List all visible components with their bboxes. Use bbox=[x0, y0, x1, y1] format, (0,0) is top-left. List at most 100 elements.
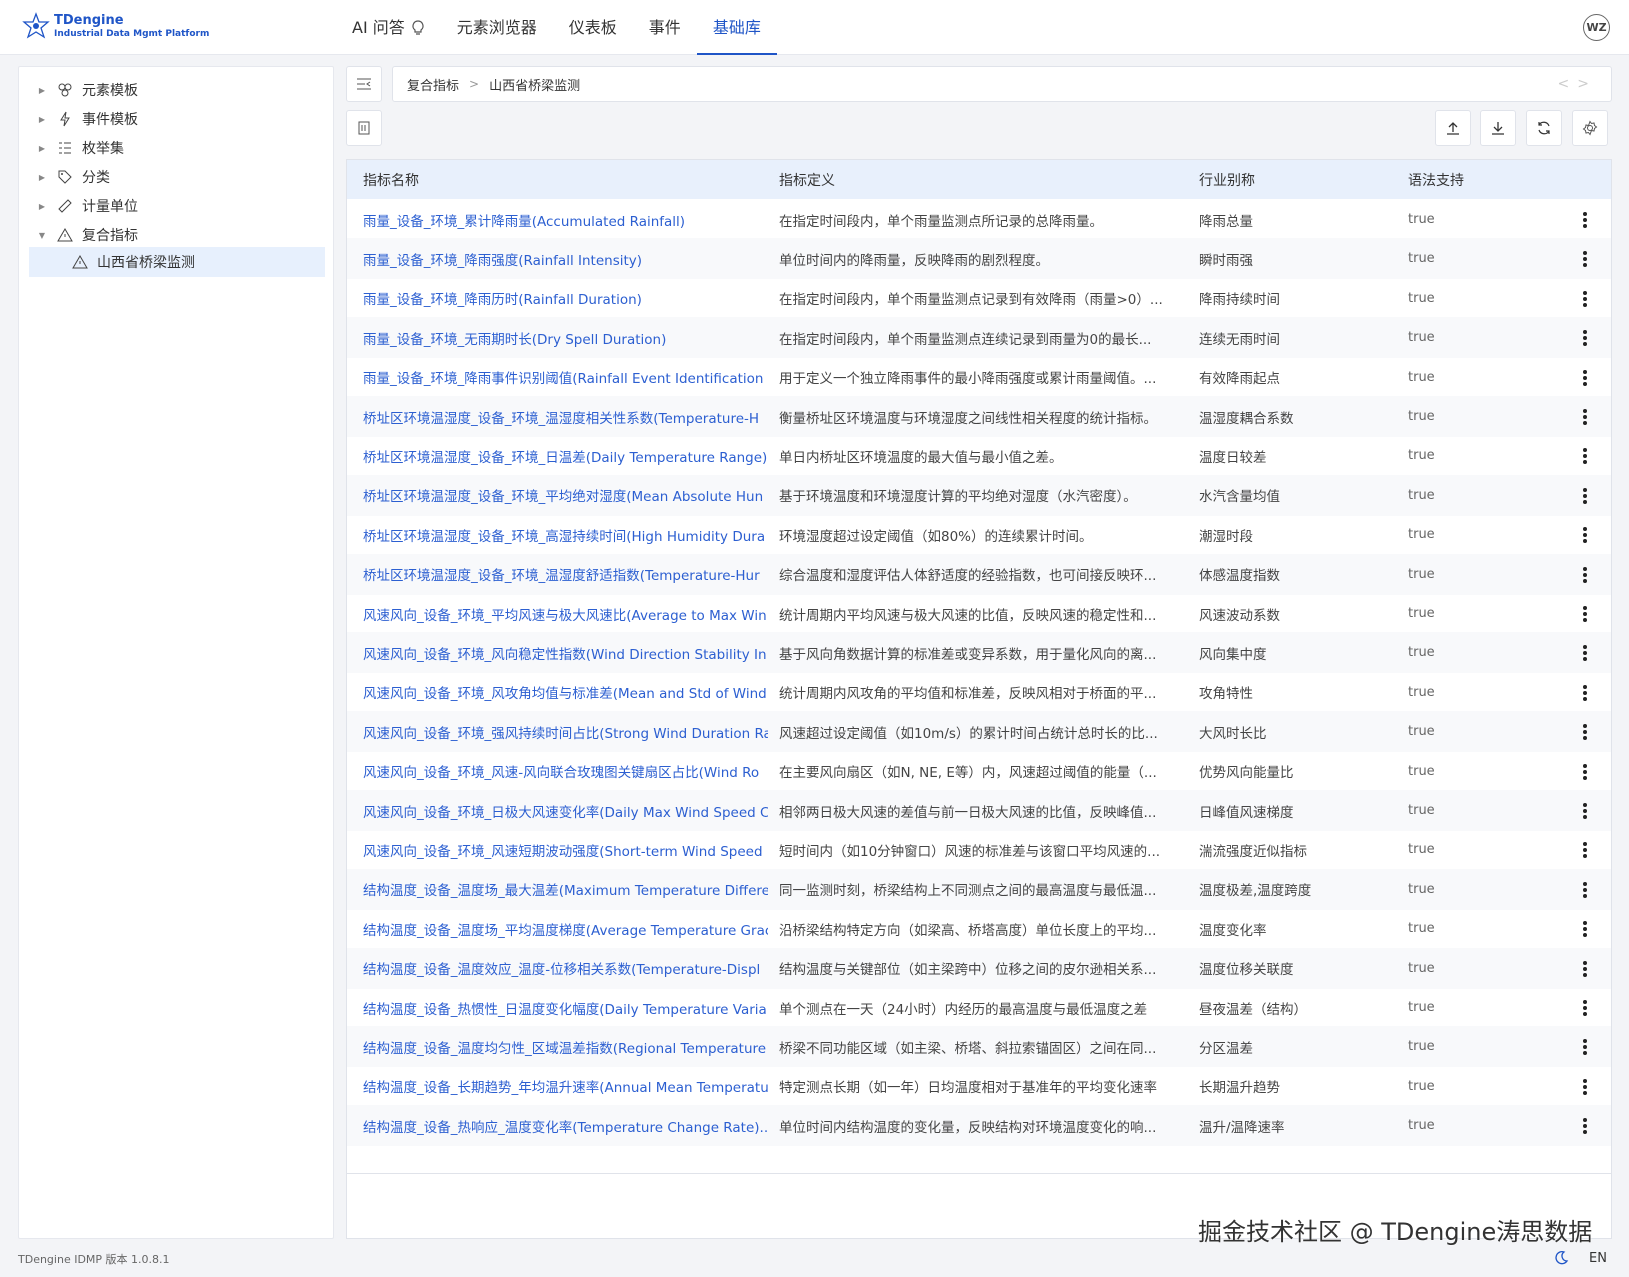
table-row[interactable]: 风速风向_设备_环境_风速短期波动强度(Short-term Wind Spee… bbox=[347, 829, 1611, 870]
table-row[interactable]: 风速风向_设备_环境_风速-风向联合玫瑰图关键扇区占比(Wind Ro 在主要风向… bbox=[347, 751, 1611, 792]
table-row[interactable]: 桥址区环境温湿度_设备_环境_高湿持续时间(High Humidity Dura… bbox=[347, 514, 1611, 555]
metric-name-link[interactable]: 风速风向_设备_环境_风速-风向联合玫瑰图关键扇区占比(Wind Ro bbox=[363, 761, 768, 781]
table-row[interactable]: 结构温度_设备_热惯性_日温度变化幅度(Daily Temperature Va… bbox=[347, 987, 1611, 1028]
settings-button[interactable] bbox=[1572, 110, 1608, 146]
table-row[interactable]: 桥址区环境温湿度_设备_环境_平均绝对湿度(Mean Absolute Hun 基… bbox=[347, 474, 1611, 516]
table-row[interactable]: 雨量_设备_环境_累计降雨量(Accumulated Rainfall) 在指定时… bbox=[347, 199, 1611, 240]
breadcrumb-item[interactable]: 复合指标 bbox=[407, 75, 459, 94]
table-row[interactable]: 风速风向_设备_环境_平均风速与极大风速比(Average to Max Win… bbox=[347, 593, 1611, 634]
header-syntax-support[interactable]: 语法支持 bbox=[1408, 170, 1488, 190]
tree-item-categories[interactable]: ▶ 分类 bbox=[19, 163, 110, 191]
more-actions-icon[interactable] bbox=[1581, 643, 1589, 663]
collapse-sidebar-button[interactable] bbox=[346, 66, 382, 102]
metric-name-link[interactable]: 雨量_设备_环境_降雨强度(Rainfall Intensity) bbox=[363, 249, 768, 269]
metric-name-link[interactable]: 风速风向_设备_环境_风攻角均值与标准差(Mean and Std of Win… bbox=[363, 682, 768, 702]
metric-name-link[interactable]: 雨量_设备_环境_降雨历时(Rainfall Duration) bbox=[363, 288, 768, 308]
table-row[interactable]: 桥址区环境温湿度_设备_环境_温湿度舒适指数(Temperature-Hur 综合… bbox=[347, 553, 1611, 595]
table-row[interactable]: 结构温度_设备_温度效应_温度-位移相关系数(Temperature-Displ… bbox=[347, 947, 1611, 989]
caret-right-icon[interactable]: ▶ bbox=[37, 173, 47, 182]
table-row[interactable]: 结构温度_设备_温度均匀性_区域温差指数(Regional Temperatur… bbox=[347, 1026, 1611, 1068]
more-actions-icon[interactable] bbox=[1581, 683, 1589, 703]
metric-name-link[interactable]: 结构温度_设备_温度均匀性_区域温差指数(Regional Temperatur… bbox=[363, 1037, 768, 1057]
table-row[interactable]: 结构温度_设备_长期趋势_年均温升速率(Annual Mean Temperat… bbox=[347, 1066, 1611, 1107]
metric-name-link[interactable]: 桥址区环境温湿度_设备_环境_温湿度相关性系数(Temperature-H bbox=[363, 407, 768, 427]
more-actions-icon[interactable] bbox=[1581, 762, 1589, 782]
metric-name-link[interactable]: 结构温度_设备_温度场_平均温度梯度(Average Temperature G… bbox=[363, 919, 768, 939]
more-actions-icon[interactable] bbox=[1581, 486, 1589, 506]
caret-down-icon[interactable]: ▼ bbox=[37, 231, 47, 240]
table-row[interactable]: 结构温度_设备_温度场_最大温差(Maximum Temperature Dif… bbox=[347, 868, 1611, 910]
nav-element-browser[interactable]: 元素浏览器 bbox=[441, 0, 553, 55]
table-row[interactable]: 桥址区环境温湿度_设备_环境_日温差(Daily Temperature Ran… bbox=[347, 435, 1611, 476]
metric-name-link[interactable]: 雨量_设备_环境_降雨事件识别阈值(Rainfall Event Identif… bbox=[363, 367, 768, 387]
metric-name-link[interactable]: 风速风向_设备_环境_日极大风速变化率(Daily Max Wind Speed… bbox=[363, 801, 768, 821]
tree-item-shanxi-bridge-monitoring[interactable]: 山西省桥梁监测 bbox=[29, 247, 325, 277]
table-row[interactable]: 风速风向_设备_环境_风向稳定性指数(Wind Direction Stabil… bbox=[347, 632, 1611, 674]
tree-item-element-templates[interactable]: ▶ 元素模板 bbox=[19, 76, 138, 104]
tree-item-event-templates[interactable]: ▶ 事件模板 bbox=[19, 105, 138, 133]
more-actions-icon[interactable] bbox=[1581, 210, 1589, 230]
more-actions-icon[interactable] bbox=[1581, 565, 1589, 585]
tree-item-composite-metrics[interactable]: ▼ 复合指标 bbox=[19, 221, 138, 249]
metric-name-link[interactable]: 风速风向_设备_环境_强风持续时间占比(Strong Wind Duration… bbox=[363, 722, 768, 742]
more-actions-icon[interactable] bbox=[1581, 446, 1589, 466]
more-actions-icon[interactable] bbox=[1581, 368, 1589, 388]
refresh-button[interactable] bbox=[1526, 110, 1562, 146]
table-row[interactable]: 雨量_设备_环境_无雨期时长(Dry Spell Duration) 在指定时间段… bbox=[347, 317, 1611, 359]
header-metric-definition[interactable]: 指标定义 bbox=[779, 170, 1174, 190]
tree-item-enum-sets[interactable]: ▶ 枚举集 bbox=[19, 134, 124, 162]
nav-dashboard[interactable]: 仪表板 bbox=[553, 0, 633, 55]
metric-name-link[interactable]: 结构温度_设备_热惯性_日温度变化幅度(Daily Temperature Va… bbox=[363, 998, 768, 1018]
more-actions-icon[interactable] bbox=[1581, 1116, 1589, 1136]
logo[interactable]: TDengine Industrial Data Mgmt Platform bbox=[22, 12, 209, 40]
nav-events[interactable]: 事件 bbox=[633, 0, 697, 55]
metric-name-link[interactable]: 风速风向_设备_环境_平均风速与极大风速比(Average to Max Win bbox=[363, 604, 768, 624]
metric-name-link[interactable]: 风速风向_设备_环境_风向稳定性指数(Wind Direction Stabil… bbox=[363, 643, 768, 663]
table-row[interactable]: 风速风向_设备_环境_风攻角均值与标准差(Mean and Std of Win… bbox=[347, 672, 1611, 713]
more-actions-icon[interactable] bbox=[1581, 919, 1589, 939]
header-industry-alias[interactable]: 行业别称 bbox=[1199, 170, 1399, 190]
more-actions-icon[interactable] bbox=[1581, 880, 1589, 900]
more-actions-icon[interactable] bbox=[1581, 249, 1589, 269]
history-nav[interactable]: <> bbox=[1558, 76, 1597, 92]
more-actions-icon[interactable] bbox=[1581, 801, 1589, 821]
table-row[interactable]: 雨量_设备_环境_降雨事件识别阈值(Rainfall Event Identif… bbox=[347, 357, 1611, 398]
nav-library[interactable]: 基础库 bbox=[696, 0, 777, 55]
table-row[interactable]: 结构温度_设备_热响应_温度变化率(Temperature Change Rat… bbox=[347, 1105, 1611, 1147]
caret-right-icon[interactable]: ▶ bbox=[37, 115, 47, 124]
more-actions-icon[interactable] bbox=[1581, 289, 1589, 309]
more-actions-icon[interactable] bbox=[1581, 407, 1589, 427]
user-avatar[interactable]: WZ bbox=[1583, 14, 1610, 41]
metric-name-link[interactable]: 结构温度_设备_温度场_最大温差(Maximum Temperature Dif… bbox=[363, 879, 768, 899]
metric-name-link[interactable]: 结构温度_设备_热响应_温度变化率(Temperature Change Rat… bbox=[363, 1116, 768, 1136]
more-actions-icon[interactable] bbox=[1581, 722, 1589, 742]
metric-name-link[interactable]: 风速风向_设备_环境_风速短期波动强度(Short-term Wind Spee… bbox=[363, 840, 768, 860]
more-actions-icon[interactable] bbox=[1581, 959, 1589, 979]
more-actions-icon[interactable] bbox=[1581, 840, 1589, 860]
metric-name-link[interactable]: 桥址区环境温湿度_设备_环境_日温差(Daily Temperature Ran… bbox=[363, 446, 768, 466]
caret-right-icon[interactable]: ▶ bbox=[37, 144, 47, 153]
caret-right-icon[interactable]: ▶ bbox=[37, 86, 47, 95]
more-actions-icon[interactable] bbox=[1581, 1037, 1589, 1057]
more-actions-icon[interactable] bbox=[1581, 525, 1589, 545]
metric-name-link[interactable]: 桥址区环境温湿度_设备_环境_温湿度舒适指数(Temperature-Hur bbox=[363, 564, 768, 584]
metric-name-link[interactable]: 雨量_设备_环境_无雨期时长(Dry Spell Duration) bbox=[363, 328, 768, 348]
upload-button[interactable] bbox=[1435, 110, 1471, 146]
metric-name-link[interactable]: 桥址区环境温湿度_设备_环境_平均绝对湿度(Mean Absolute Hun bbox=[363, 485, 768, 505]
more-actions-icon[interactable] bbox=[1581, 328, 1589, 348]
column-settings-button[interactable] bbox=[346, 110, 382, 146]
metric-name-link[interactable]: 雨量_设备_环境_累计降雨量(Accumulated Rainfall) bbox=[363, 210, 768, 230]
more-actions-icon[interactable] bbox=[1581, 1077, 1589, 1097]
table-row[interactable]: 结构温度_设备_温度场_平均温度梯度(Average Temperature G… bbox=[347, 908, 1611, 949]
table-row[interactable]: 风速风向_设备_环境_强风持续时间占比(Strong Wind Duration… bbox=[347, 711, 1611, 753]
table-row[interactable]: 雨量_设备_环境_降雨历时(Rainfall Duration) 在指定时间段内，… bbox=[347, 278, 1611, 319]
metric-name-link[interactable]: 结构温度_设备_温度效应_温度-位移相关系数(Temperature-Displ bbox=[363, 958, 768, 978]
table-row[interactable]: 桥址区环境温湿度_设备_环境_温湿度相关性系数(Temperature-H 衡量桥… bbox=[347, 396, 1611, 437]
more-actions-icon[interactable] bbox=[1581, 998, 1589, 1018]
more-actions-icon[interactable] bbox=[1581, 604, 1589, 624]
tree-item-units[interactable]: ▶ 计量单位 bbox=[19, 192, 138, 220]
metric-name-link[interactable]: 结构温度_设备_长期趋势_年均温升速率(Annual Mean Temperat… bbox=[363, 1076, 768, 1096]
language-toggle[interactable]: EN bbox=[1589, 1251, 1607, 1266]
caret-right-icon[interactable]: ▶ bbox=[37, 202, 47, 211]
moon-icon[interactable] bbox=[1553, 1250, 1569, 1266]
